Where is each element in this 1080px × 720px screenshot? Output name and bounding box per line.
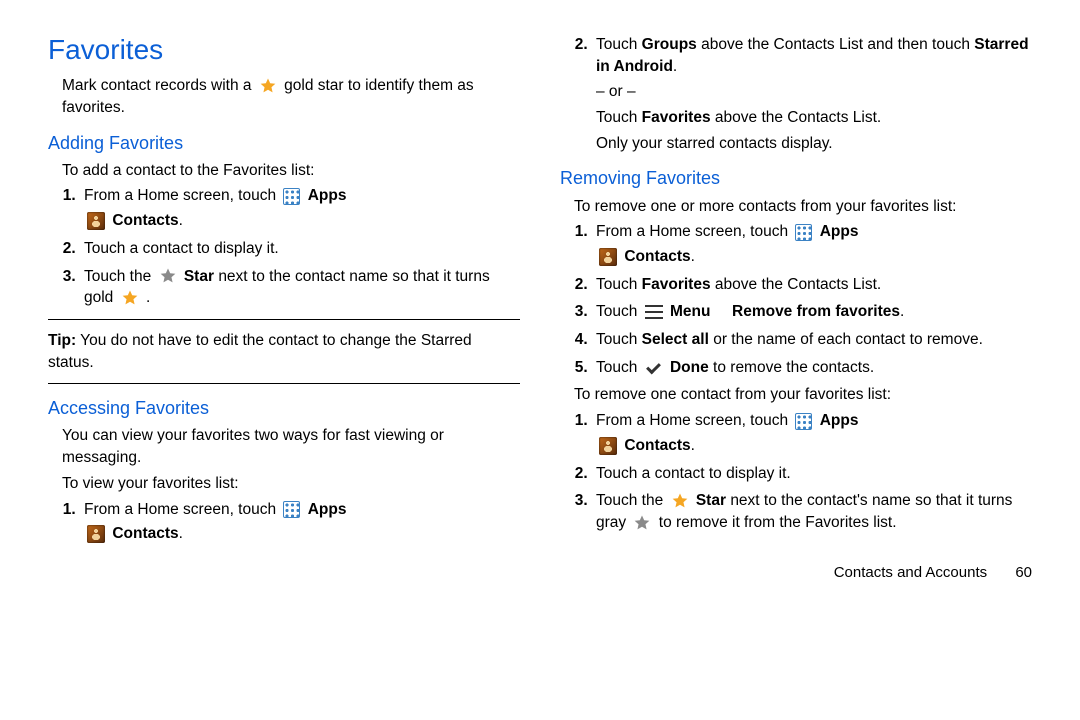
contacts-label: Contacts: [624, 248, 690, 265]
selectall-label: Select all: [642, 331, 709, 348]
divider: [48, 383, 520, 384]
tip-text: You do not have to edit the contact to c…: [48, 332, 472, 371]
accessing-step-2-alt: Touch Favorites above the Contacts List.: [596, 107, 1032, 129]
favorites-label: Favorites: [642, 109, 711, 126]
step-text: Touch: [596, 303, 642, 320]
contacts-label: Contacts: [112, 212, 178, 229]
contacts-icon: [599, 437, 617, 455]
apps-label: Apps: [820, 223, 859, 240]
intro-text-before: Mark contact records with a: [62, 77, 256, 94]
contacts-label: Contacts: [624, 437, 690, 454]
removing-steps-b: From a Home screen, touch Apps Contacts.…: [560, 410, 1032, 533]
apps-icon: [283, 188, 300, 205]
adding-steps: From a Home screen, touch Apps Contacts.…: [48, 185, 520, 308]
accessing-step-2: Touch Groups above the Contacts List and…: [592, 34, 1032, 154]
step-text: Touch: [596, 276, 642, 293]
removing-step-a3: Touch Menu Remove from favorites.: [592, 301, 1032, 323]
accessing-steps: From a Home screen, touch Apps Contacts.: [48, 499, 520, 545]
footer-section: Contacts and Accounts: [834, 564, 987, 581]
apps-icon: [795, 224, 812, 241]
apps-label: Apps: [820, 412, 859, 429]
page-title: Favorites: [48, 30, 520, 69]
tip-paragraph: Tip: You do not have to edit the contact…: [48, 330, 520, 373]
menu-icon: [645, 305, 663, 319]
star-gold-icon: [671, 492, 689, 510]
done-label: Done: [670, 359, 709, 376]
groups-label: Groups: [642, 36, 697, 53]
star-gray-icon: [159, 267, 177, 285]
step-text: Touch: [596, 359, 642, 376]
accessing-intro1: You can view your favorites two ways for…: [48, 425, 520, 468]
removing-heading: Removing Favorites: [560, 166, 1032, 191]
divider: [48, 319, 520, 320]
accessing-intro2: To view your favorites list:: [48, 473, 520, 495]
apps-label: Apps: [308, 187, 347, 204]
step-text: Touch the: [596, 492, 668, 509]
step-text: From a Home screen, touch: [596, 412, 792, 429]
adding-intro: To add a contact to the Favorites list:: [48, 160, 520, 182]
contacts-icon: [87, 525, 105, 543]
apps-icon: [795, 413, 812, 430]
star-gray-icon: [633, 514, 651, 532]
step-text: or the name of each contact to remove.: [713, 331, 983, 348]
right-column: Touch Groups above the Contacts List and…: [560, 30, 1032, 583]
star-gold-icon: [121, 289, 139, 307]
accessing-result: Only your starred contacts display.: [596, 133, 1032, 155]
page-footer: Contacts and Accounts 60: [560, 562, 1032, 583]
favorites-label: Favorites: [642, 276, 711, 293]
star-label: Star: [696, 492, 726, 509]
step-text: above the Contacts List.: [715, 109, 881, 126]
removing-step-b1: From a Home screen, touch Apps Contacts.: [592, 410, 1032, 456]
apps-label: Apps: [308, 501, 347, 518]
star-label: Star: [184, 268, 214, 285]
remove-label: Remove from favorites: [732, 303, 900, 320]
accessing-heading: Accessing Favorites: [48, 396, 520, 421]
menu-label: Menu: [670, 303, 710, 320]
adding-step-2: Touch a contact to display it.: [80, 238, 520, 260]
or-text: – or –: [596, 81, 1032, 103]
accessing-steps-cont: Touch Groups above the Contacts List and…: [560, 34, 1032, 154]
step-text: Touch: [596, 36, 642, 53]
step-text: From a Home screen, touch: [84, 187, 280, 204]
removing-step-a2: Touch Favorites above the Contacts List.: [592, 274, 1032, 296]
removing-step-b3: Touch the Star next to the contact's nam…: [592, 490, 1032, 533]
step-text: to remove it from the Favorites list.: [659, 514, 897, 531]
adding-step-3: Touch the Star next to the contact name …: [80, 266, 520, 309]
intro-paragraph: Mark contact records with a gold star to…: [48, 75, 520, 118]
adding-heading: Adding Favorites: [48, 131, 520, 156]
removing-intro2: To remove one contact from your favorite…: [560, 384, 1032, 406]
step-text: From a Home screen, touch: [84, 501, 280, 518]
removing-step-b2: Touch a contact to display it.: [592, 463, 1032, 485]
removing-steps-a: From a Home screen, touch Apps Contacts.…: [560, 221, 1032, 378]
step-text: to remove the contacts.: [713, 359, 874, 376]
page-number: 60: [1015, 564, 1032, 581]
step-text: .: [146, 289, 150, 306]
accessing-step-1: From a Home screen, touch Apps Contacts.: [80, 499, 520, 545]
step-text: above the Contacts List.: [715, 276, 881, 293]
tip-label: Tip:: [48, 332, 76, 349]
removing-step-a1: From a Home screen, touch Apps Contacts.: [592, 221, 1032, 267]
removing-intro: To remove one or more contacts from your…: [560, 196, 1032, 218]
removing-step-a5: Touch Done to remove the contacts.: [592, 357, 1032, 379]
removing-step-a4: Touch Select all or the name of each con…: [592, 329, 1032, 351]
apps-icon: [283, 501, 300, 518]
contacts-icon: [599, 248, 617, 266]
contacts-icon: [87, 212, 105, 230]
left-column: Favorites Mark contact records with a go…: [48, 30, 520, 583]
check-icon: [645, 361, 663, 375]
star-gold-icon: [259, 77, 277, 95]
step-text: above the Contacts List and then touch: [701, 36, 974, 53]
contacts-label: Contacts: [112, 525, 178, 542]
adding-step-1: From a Home screen, touch Apps Contacts.: [80, 185, 520, 231]
step-text: Touch the: [84, 268, 156, 285]
step-text: Touch: [596, 109, 642, 126]
step-text: From a Home screen, touch: [596, 223, 792, 240]
step-text: Touch: [596, 331, 642, 348]
